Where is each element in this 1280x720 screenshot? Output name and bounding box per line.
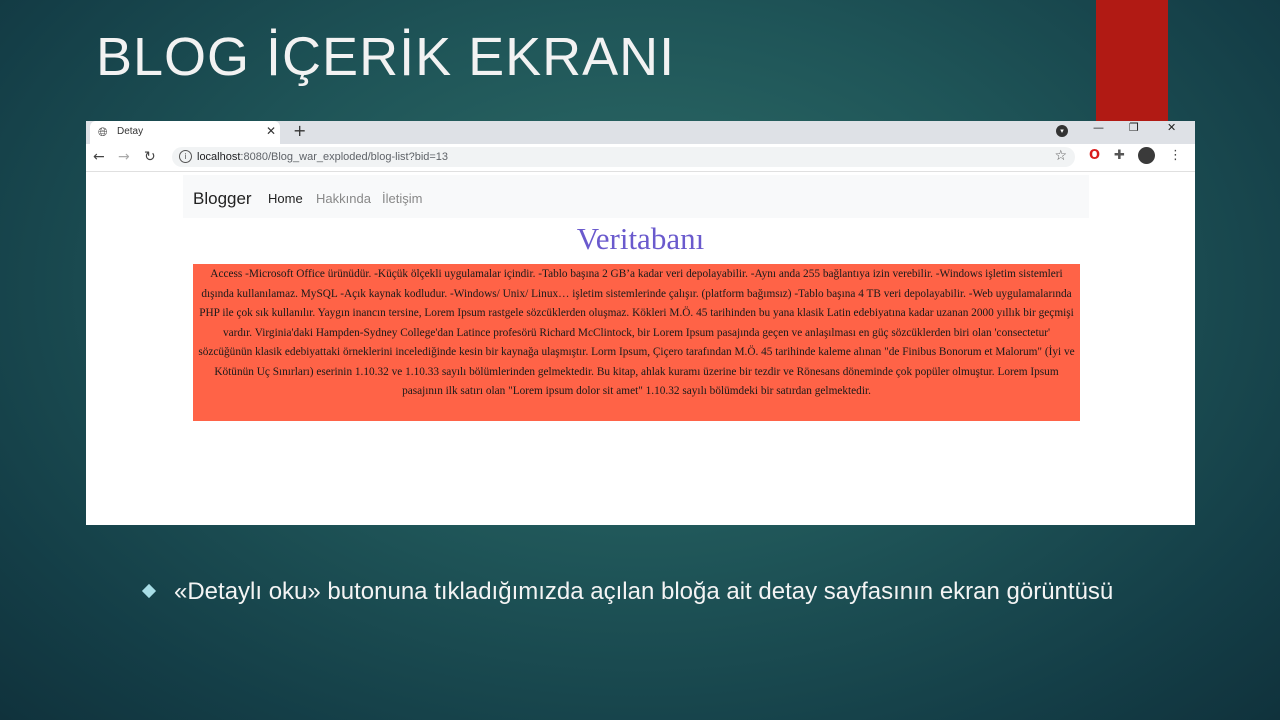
tab-detay[interactable]: 🌐︎ Detay ✕	[90, 121, 280, 144]
restore-button[interactable]: ❐	[1129, 121, 1139, 135]
minimize-button[interactable]: —	[1093, 121, 1104, 135]
url-text[interactable]: localhost:8080/Blog_war_exploded/blog-li…	[197, 150, 448, 164]
nav-home-link[interactable]: Home	[268, 191, 303, 207]
info-icon[interactable]: i	[179, 150, 192, 163]
site-brand[interactable]: Blogger	[193, 189, 252, 209]
tab-search-icon[interactable]: ▾	[1056, 125, 1068, 137]
tab-title: Detay	[117, 126, 144, 137]
puzzle-icon[interactable]: ✚	[1114, 148, 1125, 164]
avatar[interactable]	[1138, 147, 1155, 164]
kebab-menu-icon[interactable]: ⋮	[1169, 148, 1182, 164]
browser-window: 🌐︎ Detay ✕ + ▾ — ❐ ✕ ← → ↻ i localhost:8…	[86, 121, 1195, 525]
back-icon[interactable]: ←	[93, 149, 105, 165]
slide-title: BLOG İÇERİK EKRANI	[96, 27, 676, 87]
nav-about-link[interactable]: Hakkında	[316, 191, 371, 207]
globe-icon: 🌐︎	[98, 125, 108, 139]
opera-icon[interactable]: O	[1089, 148, 1100, 164]
address-bar[interactable]: i localhost:8080/Blog_war_exploded/blog-…	[172, 147, 1075, 167]
reload-icon[interactable]: ↻	[144, 149, 156, 165]
close-icon[interactable]: ✕	[266, 124, 276, 138]
post-title: Veritabanı	[576, 221, 705, 256]
post-body: Access -Microsoft Office ürünüdür. -Küçü…	[193, 264, 1080, 421]
red-accent-bar	[1096, 0, 1168, 121]
bullet-text: «Detaylı oku» butonuna tıkladığımızda aç…	[174, 578, 1114, 605]
url-path: :8080/Blog_war_exploded/blog-list?bid=13	[240, 151, 449, 163]
web-page: Blogger Home Hakkında İletişim Veritaban…	[86, 172, 1195, 525]
star-icon[interactable]: ☆	[1054, 148, 1067, 164]
diamond-bullet-icon	[141, 583, 157, 599]
tab-strip: 🌐︎ Detay ✕ + ▾ — ❐ ✕	[86, 121, 1195, 144]
url-host: localhost	[197, 151, 241, 163]
site-navbar: Blogger Home Hakkında İletişim	[183, 175, 1089, 218]
window-close-button[interactable]: ✕	[1167, 121, 1176, 135]
forward-icon[interactable]: →	[118, 149, 130, 165]
nav-contact-link[interactable]: İletişim	[382, 191, 422, 207]
browser-toolbar: ← → ↻ i localhost:8080/Blog_war_exploded…	[86, 144, 1195, 172]
new-tab-button[interactable]: +	[293, 122, 306, 140]
